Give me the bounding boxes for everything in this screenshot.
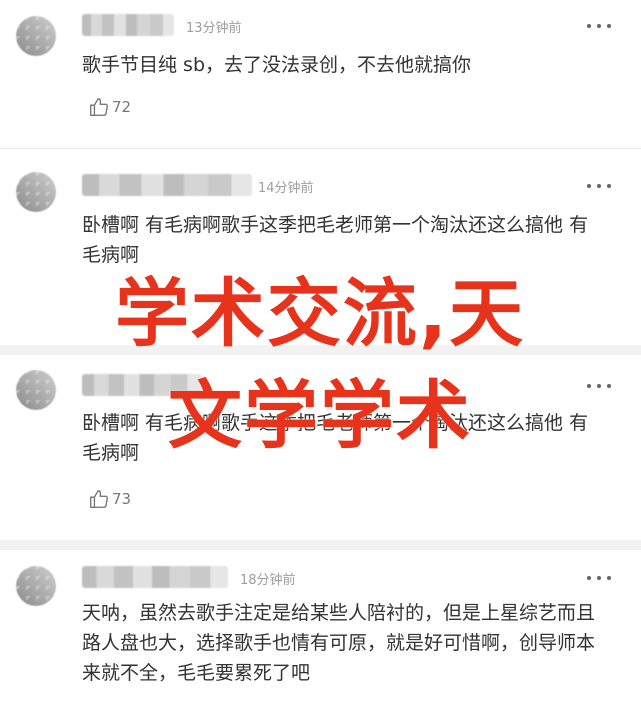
overlay-title-line1: 学术交流,天 [114,271,526,357]
comment-text: 天呐，虽然去歌手注定是给某些人陪衬的，但是上星综艺而且路人盘也大，选择歌手也情有… [82,602,596,684]
like-count: 72 [112,98,132,116]
comment-time: 18分钟前 [240,573,296,588]
username-blurred[interactable] [82,14,174,36]
thumbs-up-icon [90,98,108,116]
thumbs-up-icon [90,490,108,508]
more-dots-icon[interactable] [587,574,611,582]
more-dots-icon[interactable] [587,382,611,390]
comment-text: 卧槽啊 有毛病啊歌手这季把毛老师第一个淘汰还这么搞他 有毛病啊 [82,214,589,266]
avatar[interactable] [16,370,56,410]
comment-time: 14分钟前 [258,181,314,196]
divider [0,148,641,149]
comment-time: 13分钟前 [186,21,242,36]
avatar[interactable] [16,566,56,606]
avatar[interactable] [16,16,56,56]
more-dots-icon[interactable] [587,22,611,30]
comment-text: 歌手节目纯 sb，去了没法录创，不去他就搞你 [82,54,472,76]
overlay-title-line2: 文学学术 [168,373,472,459]
like-button[interactable]: 73 [88,488,131,510]
username-blurred[interactable] [82,566,228,588]
avatar[interactable] [16,172,56,212]
like-count: 73 [112,490,132,508]
like-button[interactable]: 72 [88,96,131,118]
comment-feed: { "comments": [ { "time": "13分钟前", "text… [0,0,641,711]
divider [0,540,641,550]
username-blurred[interactable] [82,174,252,196]
more-dots-icon[interactable] [587,182,611,190]
